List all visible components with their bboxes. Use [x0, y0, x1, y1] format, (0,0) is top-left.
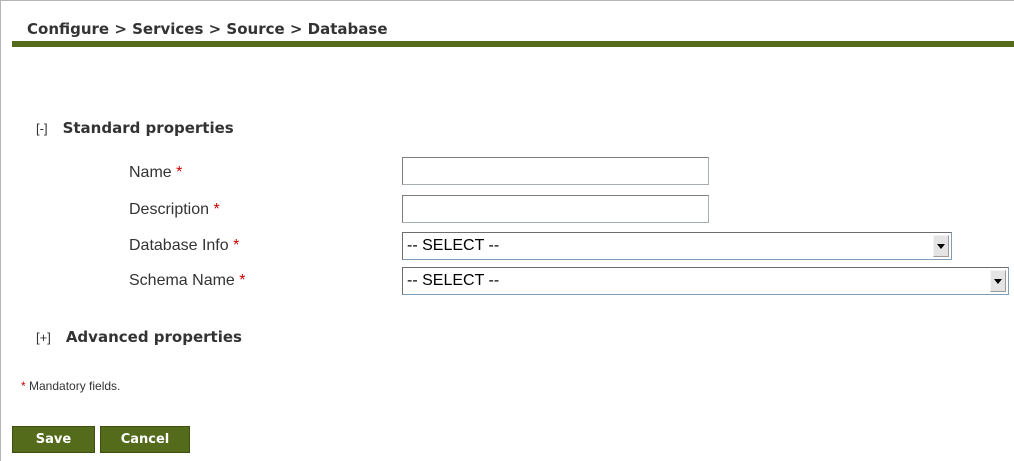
- required-marker: *: [239, 272, 246, 289]
- advanced-properties-title[interactable]: Advanced properties: [66, 328, 242, 346]
- save-button[interactable]: Save: [12, 426, 95, 453]
- cancel-button[interactable]: Cancel: [100, 426, 190, 453]
- name-label-text: Name: [129, 164, 172, 181]
- description-label-text: Description: [129, 201, 210, 218]
- required-marker: *: [233, 237, 240, 254]
- standard-properties-title[interactable]: Standard properties: [63, 119, 234, 137]
- name-label: Name *: [129, 164, 182, 182]
- standard-properties-header[interactable]: [-] Standard properties: [36, 119, 234, 137]
- schema-name-select[interactable]: -- SELECT --: [402, 267, 1009, 295]
- database-info-select[interactable]: -- SELECT --: [402, 232, 952, 260]
- dropdown-arrow-icon[interactable]: [933, 235, 949, 257]
- schema-name-selected-value: -- SELECT --: [407, 272, 500, 289]
- database-info-label: Database Info *: [129, 237, 239, 255]
- expand-toggle[interactable]: [+]: [36, 330, 51, 345]
- schema-name-label: Schema Name *: [129, 272, 246, 290]
- required-marker: *: [213, 201, 220, 218]
- collapse-toggle[interactable]: [-]: [36, 121, 48, 136]
- schema-name-label-text: Schema Name: [129, 272, 235, 289]
- frame-left-border: [0, 0, 1, 461]
- dropdown-arrow-icon[interactable]: [990, 270, 1006, 292]
- required-marker: *: [21, 379, 26, 393]
- breadcrumb: Configure > Services > Source > Database: [27, 20, 388, 38]
- description-label: Description *: [129, 201, 220, 219]
- database-info-label-text: Database Info: [129, 237, 229, 254]
- name-input[interactable]: [402, 157, 709, 185]
- description-input[interactable]: [402, 195, 709, 223]
- database-info-selected-value: -- SELECT --: [407, 237, 500, 254]
- title-underline: [12, 41, 1014, 47]
- mandatory-fields-note: * Mandatory fields.: [21, 379, 120, 393]
- required-marker: *: [176, 164, 183, 181]
- mandatory-fields-text: Mandatory fields.: [29, 379, 121, 393]
- frame-top-border: [0, 0, 1014, 1]
- advanced-properties-header[interactable]: [+] Advanced properties: [36, 328, 242, 346]
